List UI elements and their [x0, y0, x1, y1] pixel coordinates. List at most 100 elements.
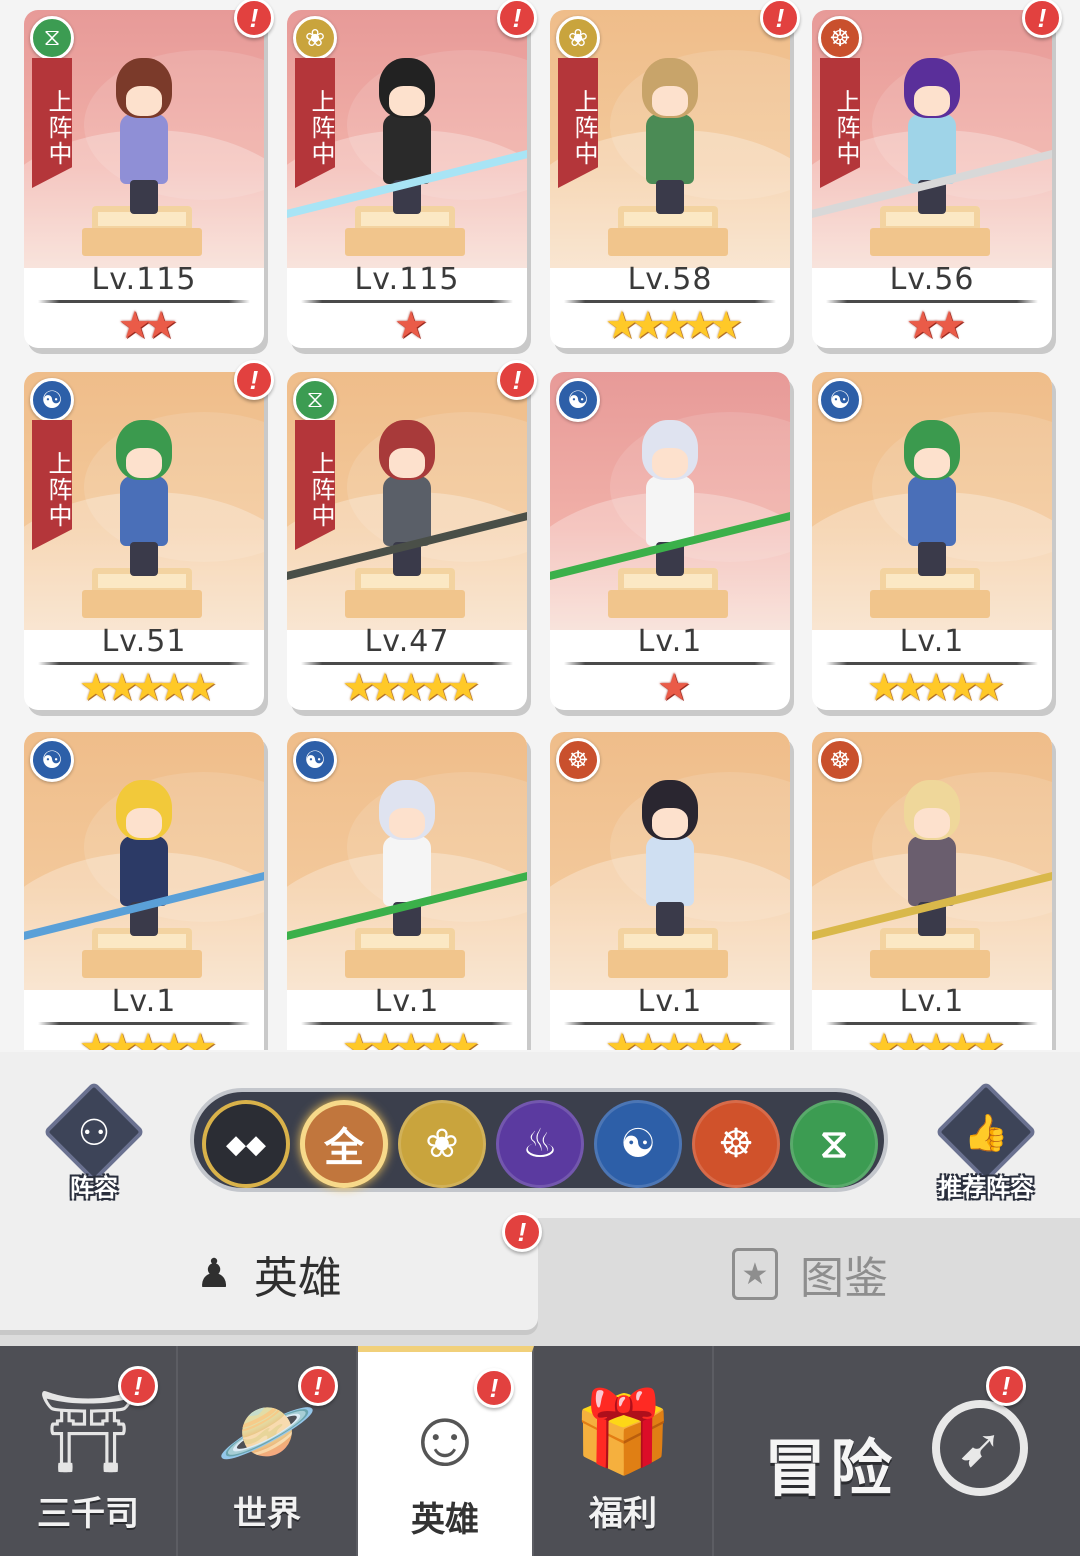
nav-label: 世界: [233, 1495, 301, 1533]
level-divider: [38, 300, 250, 303]
yin-yang-icon: ☯: [818, 378, 862, 422]
filter-flame-icon[interactable]: ♨: [496, 1100, 584, 1188]
nav-alert-icon: !: [118, 1366, 158, 1406]
hero-stars: ★: [393, 305, 428, 347]
hero-card[interactable]: Lv.1 ★★★★★ ☯: [24, 732, 264, 1050]
hero-level: Lv.115: [354, 262, 460, 297]
filter-yin-yang-icon[interactable]: ☯: [594, 1100, 682, 1188]
hero-sprite: [620, 772, 720, 942]
hero-screen: Lv.115 ★★ ⧖ 上阵中! Lv.115 ★ ❀ 上阵中! Lv.58 ★★★★★ ❀ 上阵中!…: [0, 0, 1080, 1556]
hero-stars: ★★★★★: [866, 667, 1005, 709]
meditation-icon: ☸: [818, 16, 862, 60]
dna-icon: ⧖: [293, 378, 337, 422]
hero-tabs: ♟ 英雄 ! ★ 图鉴: [0, 1212, 1080, 1348]
hero-sprite: [94, 50, 194, 220]
hero-stars: ★: [656, 667, 691, 709]
yin-yang-icon: ☯: [293, 738, 337, 782]
recommend-lineup-label: 推荐阵容: [938, 1175, 1034, 1202]
hero-sprite: [94, 412, 194, 582]
level-divider: [564, 1022, 776, 1025]
hero-stars: ★★: [117, 305, 178, 347]
hero-sprite: [882, 412, 982, 582]
filter-all-icon[interactable]: 全: [300, 1100, 388, 1188]
lotus-icon: ❀: [293, 16, 337, 60]
hero-alert-icon: !: [234, 0, 274, 38]
level-divider: [826, 1022, 1038, 1025]
filter-lotus-icon[interactable]: ❀: [398, 1100, 486, 1188]
hero-card[interactable]: Lv.1 ★★★★★ ☸: [812, 732, 1052, 1050]
deployed-ribbon: 上阵中: [820, 58, 860, 188]
hero-card[interactable]: Lv.47 ★★★★★ ⧖ 上阵中: [287, 372, 527, 710]
tab-codex-label: 图鉴: [800, 1254, 888, 1303]
hero-sprite: [620, 50, 720, 220]
deployed-ribbon: 上阵中: [295, 420, 335, 550]
network-icon: ⚇: [77, 1112, 111, 1153]
level-divider: [826, 662, 1038, 665]
adventure-button[interactable]: 冒险 ➹ !: [714, 1346, 1080, 1556]
yin-yang-icon: ☯: [30, 378, 74, 422]
person-icon: ♟: [196, 1252, 232, 1296]
hero-card[interactable]: Lv.1 ★★★★★ ☸: [550, 732, 790, 1050]
yin-yang-icon: ☯: [556, 378, 600, 422]
hero-card[interactable]: Lv.1 ★★★★★ ☯: [287, 732, 527, 1050]
level-divider: [38, 662, 250, 665]
nav-item[interactable]: ☺ 英雄!: [358, 1346, 534, 1556]
deployed-ribbon: 上阵中: [32, 420, 72, 550]
hero-alert-icon: !: [497, 0, 537, 38]
nav-alert-icon: !: [298, 1366, 338, 1406]
lineup-button[interactable]: ⚇ 阵容: [36, 1081, 146, 1202]
adventure-alert-icon: !: [986, 1366, 1026, 1406]
hero-level: Lv.1: [637, 984, 703, 1019]
hero-level: Lv.1: [374, 984, 440, 1019]
recommend-lineup-button[interactable]: 👍 推荐阵容: [928, 1081, 1038, 1202]
hero-stars: ★★★★★: [341, 1027, 480, 1050]
nav-label: 福利: [589, 1495, 657, 1533]
hero-card[interactable]: Lv.1 ★ ☯: [550, 372, 790, 710]
meditation-icon: ☸: [556, 738, 600, 782]
meditation-icon: ☸: [818, 738, 862, 782]
lineup-label: 阵容: [70, 1175, 118, 1202]
hero-stars: ★★★★★: [341, 667, 480, 709]
yin-yang-icon: ☯: [30, 738, 74, 782]
hero-stars: ★★★★★: [78, 667, 217, 709]
filter-meditation-icon[interactable]: ☸: [692, 1100, 780, 1188]
hero-alert-icon: !: [234, 360, 274, 400]
tab-codex[interactable]: ★ 图鉴: [540, 1218, 1080, 1330]
hero-stars: ★★★★★: [78, 1027, 217, 1050]
nav-item[interactable]: 🪐 世界!: [178, 1346, 358, 1556]
hero-stars: ★★★★★: [604, 1027, 743, 1050]
hero-card[interactable]: Lv.1 ★★★★★ ☯: [812, 372, 1052, 710]
level-divider: [301, 662, 513, 665]
deployed-ribbon: 上阵中: [32, 58, 72, 188]
hero-card[interactable]: Lv.58 ★★★★★ ❀ 上阵中: [550, 10, 790, 348]
dna-icon: ⧖: [30, 16, 74, 60]
adventure-label: 冒险: [764, 1435, 897, 1504]
hero-level: Lv.115: [91, 262, 197, 297]
compass-icon: ➹: [932, 1400, 1028, 1496]
hero-level: Lv.1: [899, 624, 965, 659]
bottom-nav: 冒险 ➹ ! ⛩ 三千司! 🪐 世界! ☺ 英雄! 🎁 福利: [0, 1346, 1080, 1556]
hero-stars: ★★★★★: [604, 305, 743, 347]
hero-card[interactable]: Lv.115 ★ ❀ 上阵中: [287, 10, 527, 348]
nav-item[interactable]: 🎁 福利: [534, 1346, 714, 1556]
level-divider: [826, 300, 1038, 303]
lotus-icon: ❀: [556, 16, 600, 60]
nav-item[interactable]: ⛩ 三千司!: [0, 1346, 178, 1556]
filter-dna-icon[interactable]: ⧖: [790, 1100, 878, 1188]
nav-alert-icon: !: [474, 1368, 514, 1408]
hero-level: Lv.1: [899, 984, 965, 1019]
filter-diamond-grid-icon[interactable]: ◆◆: [202, 1100, 290, 1188]
faction-filter-bar: ◆◆ 全 ❀ ♨ ☯ ☸ ⧖: [190, 1088, 888, 1192]
nav-label: 英雄: [411, 1501, 479, 1539]
filter-bar: ⚇ 阵容 ◆◆ 全 ❀ ♨ ☯ ☸ ⧖ 👍 推荐阵容: [0, 1052, 1080, 1218]
tab-heroes[interactable]: ♟ 英雄 !: [0, 1212, 542, 1330]
hero-card[interactable]: Lv.56 ★★ ☸ 上阵中: [812, 10, 1052, 348]
hero-level: Lv.1: [111, 984, 177, 1019]
deployed-ribbon: 上阵中: [558, 58, 598, 188]
hero-stars: ★★★★★: [866, 1027, 1005, 1050]
hero-card[interactable]: Lv.115 ★★ ⧖ 上阵中: [24, 10, 264, 348]
hero-level: Lv.47: [364, 624, 450, 659]
hero-card[interactable]: Lv.51 ★★★★★ ☯ 上阵中: [24, 372, 264, 710]
gift-box-icon: 🎁: [573, 1387, 673, 1476]
hero-stars: ★★: [905, 305, 966, 347]
